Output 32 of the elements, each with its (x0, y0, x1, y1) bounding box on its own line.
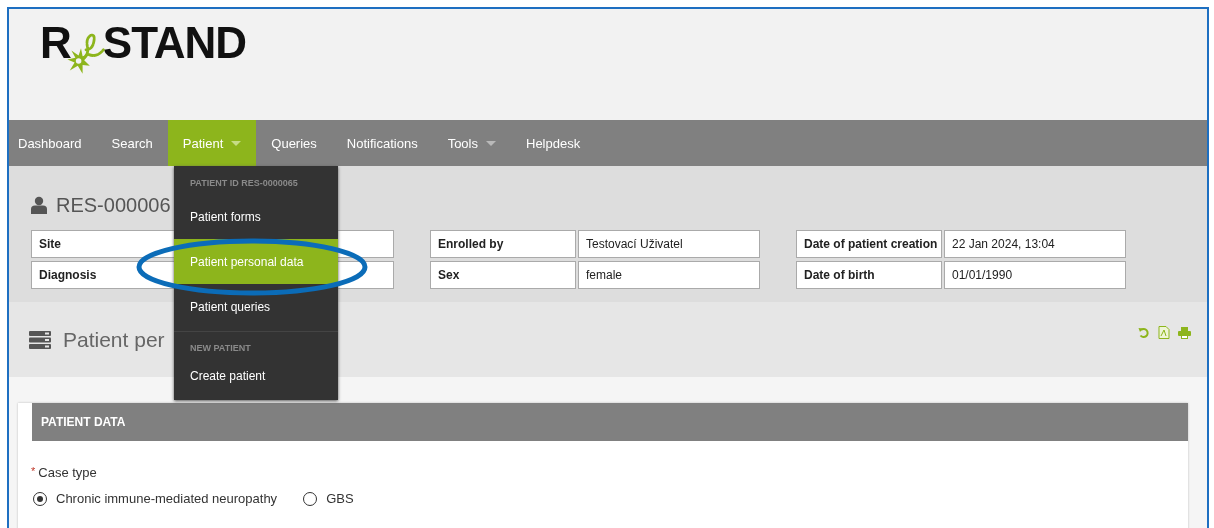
section-title: Patient per (63, 327, 165, 352)
undo-icon[interactable] (1138, 326, 1150, 339)
menu-header: NEW PATIENT (189, 342, 252, 355)
menu-header: PATIENT ID RES-0000065 (189, 177, 299, 190)
patient-id-title: RES-000006 (56, 193, 171, 217)
info-value: female (578, 261, 760, 289)
nav-tab[interactable]: Notifications (331, 120, 433, 166)
logo-text: R (40, 23, 71, 63)
info-value: 22 Jan 2024, 13:04 (944, 230, 1126, 258)
field-label: Case type (38, 465, 97, 480)
nav-tab[interactable]: Dashboard (9, 120, 97, 166)
nav-tab[interactable]: Helpdesk (511, 120, 596, 166)
pdf-file-icon[interactable] (1158, 326, 1170, 339)
info-label: Sex (430, 261, 576, 289)
info-label: Date of birth (796, 261, 942, 289)
card-header: PATIENT DATA (32, 403, 1188, 441)
nav-tab[interactable]: Patient (167, 120, 257, 166)
info-value: Testovací Uživatel (578, 230, 760, 258)
print-icon[interactable] (1178, 326, 1191, 339)
nav-tab[interactable]: Tools (432, 120, 511, 166)
nav-tab[interactable]: Queries (256, 120, 332, 166)
server-list-icon (29, 330, 51, 349)
info-value: 01/01/1990 (944, 261, 1126, 289)
menu-item[interactable]: Create patient (174, 356, 338, 396)
info-label: Date of patient creation (796, 230, 942, 258)
logo-text: STAND (102, 23, 247, 63)
info-label: Enrolled by (430, 230, 576, 258)
person-icon (31, 196, 47, 214)
radio-label[interactable]: GBS (326, 491, 354, 506)
required-asterisk: * (31, 465, 36, 479)
radio-label[interactable]: Chronic immune-mediated neuropathy (56, 491, 278, 506)
nav-tab[interactable]: Search (96, 120, 168, 166)
